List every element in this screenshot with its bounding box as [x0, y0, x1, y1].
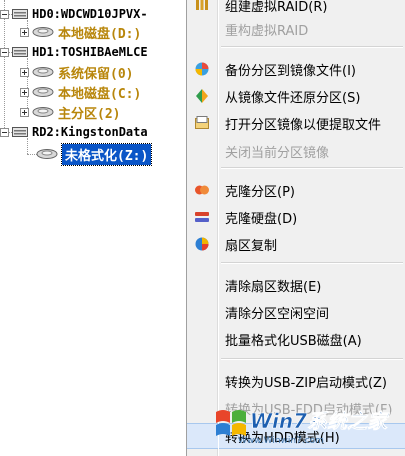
tree-partition[interactable]: 本地磁盘(C:) — [20, 82, 141, 102]
hard-disk-icon — [12, 47, 28, 57]
sector-copy-icon — [195, 237, 209, 251]
clone-partition-icon — [195, 185, 209, 195]
tree-disk-hd1[interactable]: HD1:TOSHIBAeMLCE — [0, 42, 148, 62]
clone-disk-icon — [195, 212, 209, 222]
menu-item-clone-disk[interactable]: 克隆硬盘(D) — [187, 205, 405, 229]
menu-item-wipe-sectors[interactable]: 清除扇区数据(E) — [187, 273, 405, 297]
tree-disk-rd2[interactable]: RD2:KingstonData — [0, 122, 148, 142]
context-menu[interactable]: 组建虚拟RAID(R) 重构虚拟RAID 备份分区到镜像文件(I) 从镜像文件还… — [186, 0, 405, 456]
partition-label: 本地磁盘(D:) — [58, 26, 142, 42]
collapse-toggle[interactable] — [0, 127, 9, 137]
menu-item-label: 转换为USB-FDD启动模式(F) — [225, 402, 393, 418]
menu-item-close-image[interactable]: 关闭当前分区镜像 — [187, 139, 405, 163]
disk-tree[interactable]: HD0:WDCWD10JPVX- 本地磁盘(D:) HD1:TOSHIBAeML… — [0, 0, 186, 456]
backup-icon — [195, 62, 209, 76]
menu-separator — [221, 358, 403, 360]
menu-item-label: 批量格式化USB磁盘(A) — [225, 333, 362, 349]
partition-icon — [32, 27, 54, 37]
tree-partition[interactable]: 系统保留(0) — [20, 62, 133, 82]
menu-item-restore-partition[interactable]: 从镜像文件还原分区(S) — [187, 84, 405, 108]
menu-item-sector-copy[interactable]: 扇区复制 — [187, 232, 405, 256]
raid-icon — [196, 0, 208, 10]
disk-label: HD1:TOSHIBAeMLCE — [32, 45, 148, 59]
partition-icon — [32, 67, 54, 77]
expand-toggle[interactable] — [20, 107, 29, 117]
menu-separator — [221, 262, 403, 264]
menu-item-rebuild-raid[interactable]: 重构虚拟RAID — [187, 17, 405, 41]
partition-label: 本地磁盘(C:) — [58, 86, 142, 102]
menu-item-label: 重构虚拟RAID — [225, 23, 309, 39]
menu-item-label: 清除扇区数据(E) — [225, 279, 322, 295]
menu-item-label: 组建虚拟RAID(R) — [225, 0, 328, 15]
partition-label: 系统保留(0) — [58, 66, 134, 82]
menu-item-create-raid[interactable]: 组建虚拟RAID(R) — [187, 0, 405, 17]
menu-item-label: 扇区复制 — [225, 238, 278, 254]
tree-partition[interactable]: 本地磁盘(D:) — [20, 22, 141, 42]
restore-icon — [196, 89, 208, 103]
menu-item-backup-partition[interactable]: 备份分区到镜像文件(I) — [187, 57, 405, 81]
expand-toggle[interactable] — [20, 27, 29, 37]
partition-icon — [36, 149, 58, 159]
partition-label: 主分区(2) — [58, 106, 121, 122]
expand-toggle[interactable] — [20, 87, 29, 97]
tree-partition-selected[interactable]: 未格式化(Z:) — [36, 142, 153, 166]
menu-separator — [221, 167, 403, 169]
collapse-toggle[interactable] — [0, 9, 9, 19]
menu-item-label: 克隆分区(P) — [225, 184, 295, 200]
menu-item-batch-format-usb[interactable]: 批量格式化USB磁盘(A) — [187, 327, 405, 351]
open-image-icon — [195, 116, 209, 129]
partition-icon — [32, 87, 54, 97]
expand-toggle[interactable] — [20, 67, 29, 77]
watermark-url: Www.Winwin7.com — [238, 436, 324, 446]
menu-item-open-image[interactable]: 打开分区镜像以便提取文件 — [187, 111, 405, 135]
partition-icon — [32, 107, 54, 117]
menu-item-label: 克隆硬盘(D) — [225, 211, 298, 227]
hard-disk-icon — [12, 9, 28, 19]
menu-item-label: 关闭当前分区镜像 — [225, 145, 330, 161]
tree-disk-hd0[interactable]: HD0:WDCWD10JPVX- — [0, 4, 148, 24]
menu-item-label: 清除分区空闲空间 — [225, 306, 330, 322]
disk-label: RD2:KingstonData — [32, 125, 148, 139]
menu-item-label: 打开分区镜像以便提取文件 — [225, 117, 382, 133]
menu-item-wipe-free-space[interactable]: 清除分区空闲空间 — [187, 300, 405, 324]
removable-disk-icon — [12, 127, 28, 137]
menu-item-clone-partition[interactable]: 克隆分区(P) — [187, 178, 405, 202]
collapse-toggle[interactable] — [0, 47, 9, 57]
menu-separator — [221, 46, 403, 48]
menu-item-label: 转换为USB-ZIP启动模式(Z) — [225, 375, 388, 391]
menu-item-label: 备份分区到镜像文件(I) — [225, 63, 356, 79]
menu-item-usb-zip[interactable]: 转换为USB-ZIP启动模式(Z) — [187, 369, 405, 393]
menu-item-label: 从镜像文件还原分区(S) — [225, 90, 361, 106]
partition-label: 未格式化(Z:) — [60, 142, 153, 166]
tree-partition[interactable]: 主分区(2) — [20, 102, 120, 122]
disk-label: HD0:WDCWD10JPVX- — [32, 7, 148, 21]
menu-item-usb-fdd[interactable]: 转换为USB-FDD启动模式(F) — [187, 396, 405, 420]
